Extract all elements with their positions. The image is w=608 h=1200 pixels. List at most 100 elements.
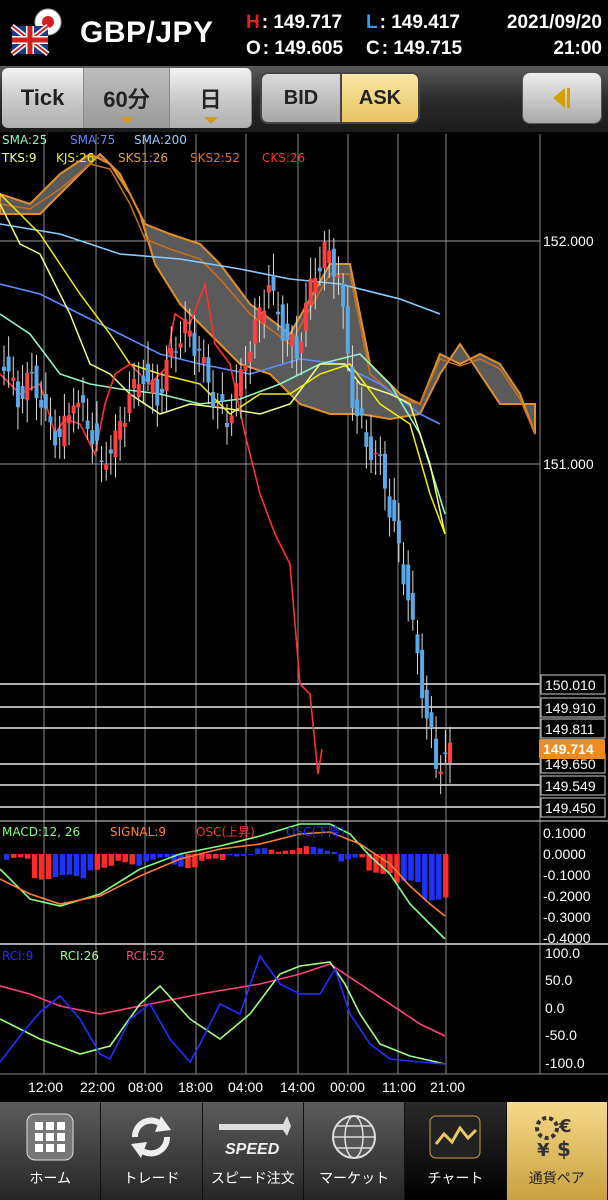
price-level-boxes: 150.010 149.910 149.811 149.650 149.549 …: [539, 674, 606, 818]
close-price: C: 149.715: [366, 38, 462, 60]
candle-body: [313, 278, 318, 294]
svg-text:$: $: [557, 1137, 571, 1161]
rci9-label: RCI:9: [2, 949, 33, 963]
time-tick: 11:00: [382, 1079, 416, 1095]
nav-market[interactable]: マーケット: [304, 1102, 406, 1200]
currency-pair-title: GBP/JPY: [80, 16, 214, 49]
low-value: : 149.417: [379, 12, 460, 33]
macd-bar: [199, 854, 205, 861]
candle-body: [99, 460, 104, 462]
macd-bar: [331, 851, 337, 854]
nav-currency-pair[interactable]: € ¥ $ 通貨ペア: [506, 1102, 608, 1200]
candle-body: [187, 330, 192, 337]
candle-body: [122, 423, 127, 427]
candle-body: [146, 363, 151, 382]
left-collapse-icon: [553, 88, 570, 108]
macd-bar: [254, 848, 261, 854]
candle-body: [345, 305, 350, 354]
level-149910: 149.910: [545, 700, 596, 716]
low-price: L: 149.417: [366, 12, 460, 34]
candle-body: [350, 367, 355, 409]
nav-trade[interactable]: トレード: [101, 1102, 203, 1200]
open-price: O: 149.605: [246, 38, 343, 60]
candle-body: [401, 564, 406, 585]
nav-home[interactable]: ホーム: [0, 1102, 102, 1200]
price-chart[interactable]: SMA:25 SMA:75 SMA:200 TKS:9 KJS:26 SKS1:…: [0, 134, 608, 1100]
tab-tick[interactable]: Tick: [2, 68, 84, 128]
candle-body: [317, 267, 322, 272]
candle-body: [225, 422, 229, 427]
candle-body: [308, 278, 313, 306]
current-price-value: 149.714: [543, 741, 594, 757]
tenkan-kijun-lines: [0, 193, 446, 535]
macd-bar: [108, 854, 114, 866]
candle-body: [327, 250, 332, 264]
nav-chart[interactable]: チャート: [405, 1102, 507, 1200]
candle-body: [266, 285, 271, 293]
candle-body: [48, 416, 53, 423]
chart-icon: [429, 1115, 481, 1159]
date-label: 2021/09/20: [506, 12, 602, 33]
tab-60min[interactable]: 60分: [84, 68, 170, 128]
candle-body: [410, 592, 415, 620]
candle-body: [6, 356, 11, 372]
candle-body: [355, 399, 360, 417]
nav-speed-order[interactable]: SPEED スピード注文: [203, 1102, 304, 1200]
macd-bar: [227, 854, 233, 856]
candle-body: [257, 307, 262, 321]
macd-bar: [143, 854, 149, 862]
collapse-panel-button[interactable]: [522, 72, 602, 124]
candle-body: [382, 453, 387, 489]
macd-bar: [24, 854, 31, 859]
macd-bar: [415, 854, 421, 883]
macd-bar: [268, 849, 275, 854]
candle-body: [206, 357, 211, 383]
tab-daily-label: 日: [199, 87, 222, 112]
time-label: 21:00: [553, 38, 602, 59]
header: GBP/JPY H: 149.717 L: 149.417 O: 149.605…: [0, 0, 608, 64]
macd-bar: [296, 847, 303, 854]
sma200-label: SMA:200: [134, 134, 187, 147]
candle-body: [53, 431, 58, 446]
bottom-nav: ホーム トレード SPEED スピード注文 マーケット チャート € ¥ $ 通…: [0, 1102, 608, 1200]
candle-body: [2, 366, 6, 371]
macd-bar: [136, 854, 142, 866]
macd-bar: [213, 854, 219, 859]
sks1-label: SKS1:26: [118, 151, 168, 165]
candle-body: [104, 464, 109, 470]
rci-tick-0: 100.0: [545, 945, 580, 961]
macd-bar: [359, 854, 365, 858]
price-tick-151: 151.000: [543, 456, 594, 472]
macd-tick-4: -0.3000: [543, 909, 591, 925]
tab-daily[interactable]: 日: [170, 68, 252, 128]
candle-body: [141, 375, 146, 385]
macd-tick-2: -0.1000: [543, 867, 591, 883]
candle-body: [369, 436, 374, 461]
macd-bar: [157, 854, 163, 858]
macd-bar: [317, 848, 324, 854]
candle-body: [159, 388, 164, 393]
rci-tick-3: -50.0: [545, 1027, 577, 1043]
tab-tick-label: Tick: [20, 85, 65, 110]
macd-bar: [436, 854, 442, 900]
candle-body: [359, 408, 364, 416]
candle-body: [67, 415, 72, 424]
macd-bar: [178, 854, 184, 867]
sma25-label: SMA:25: [2, 134, 47, 147]
macd-bar: [59, 854, 66, 876]
macd-lines: [0, 823, 446, 940]
candle-body: [155, 378, 160, 406]
macd-bar: [164, 854, 170, 858]
rci-lines: [0, 954, 446, 1065]
kjs-label: KJS:26: [56, 151, 94, 165]
macd-bar: [150, 854, 156, 860]
ask-button[interactable]: ASK: [340, 72, 420, 124]
candle-body: [150, 379, 155, 394]
bid-button[interactable]: BID: [260, 72, 342, 124]
high-label: H: [246, 12, 260, 33]
candle-body: [285, 323, 290, 341]
macd-histogram: [4, 846, 449, 901]
macd-bar: [408, 854, 414, 881]
candle-body: [341, 283, 346, 307]
macd-tick-5: -0.4000: [543, 930, 591, 946]
